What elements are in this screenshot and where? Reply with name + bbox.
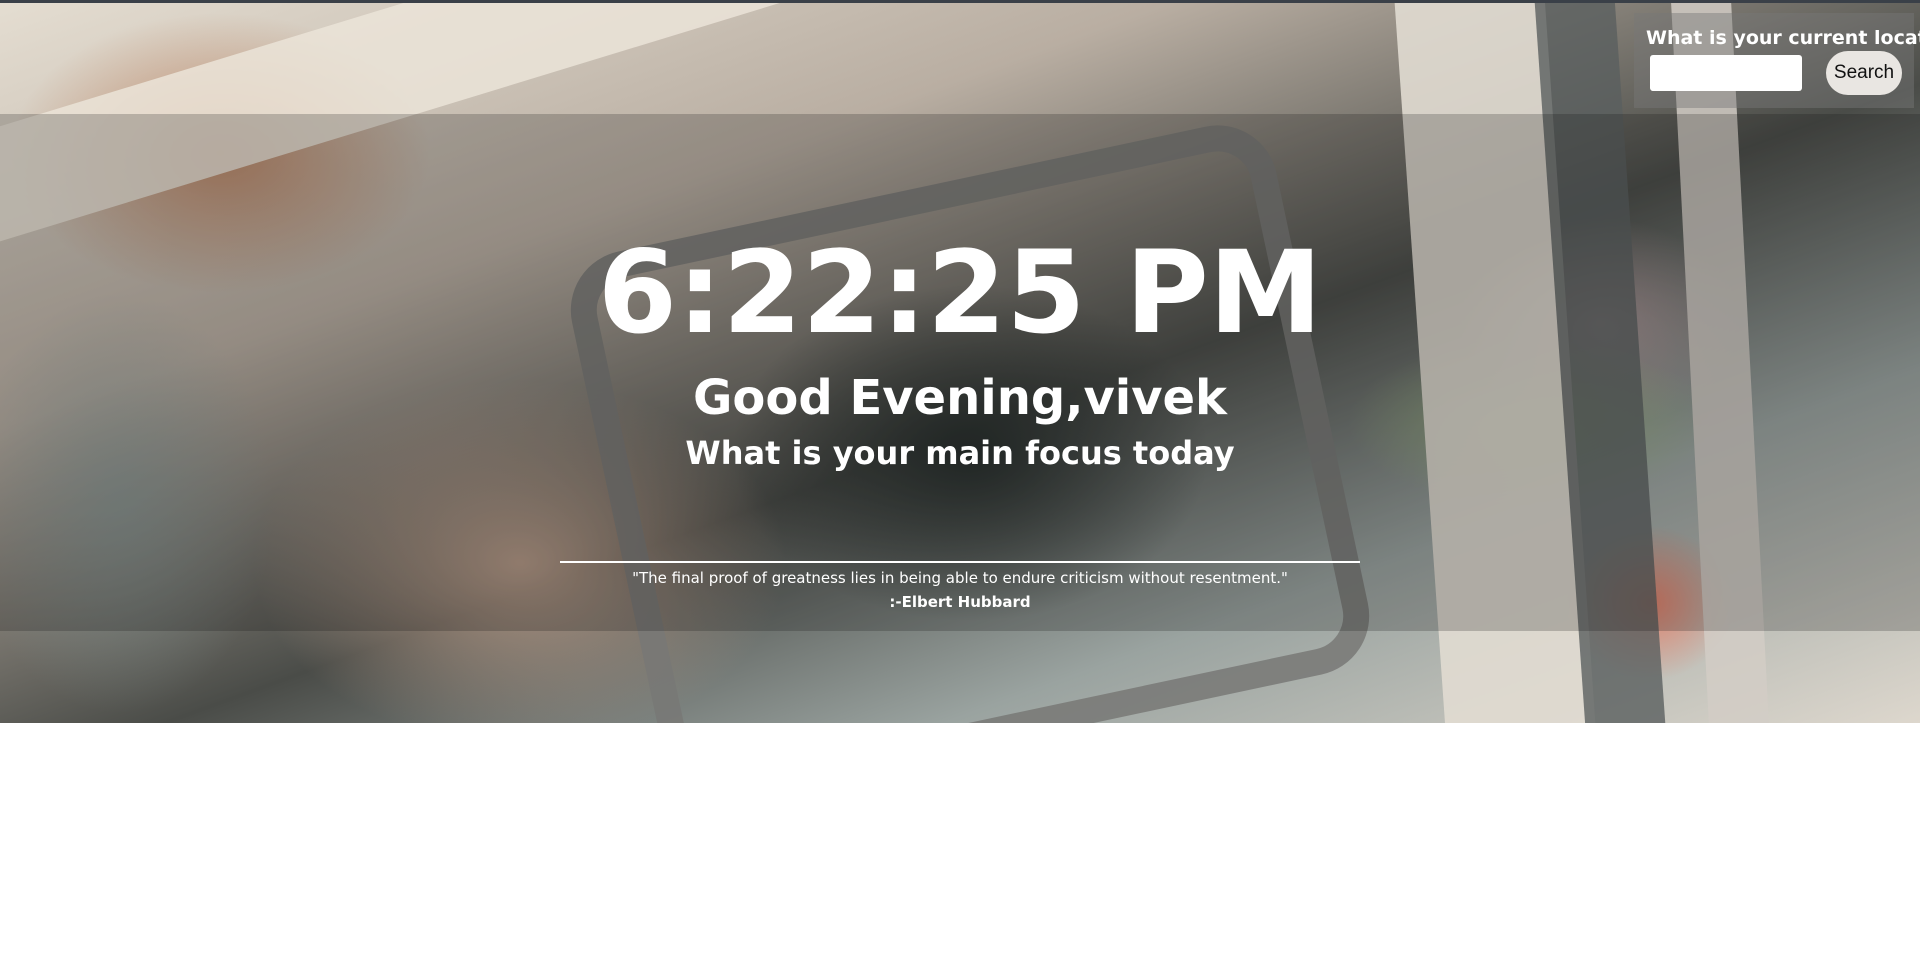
- location-panel: What is your current location Search: [1634, 13, 1920, 108]
- greeting-text: Good Evening,vivek: [693, 370, 1227, 426]
- search-button[interactable]: Search: [1826, 51, 1902, 95]
- focus-prompt: What is your main focus today: [685, 434, 1235, 472]
- location-input[interactable]: [1650, 55, 1802, 91]
- clock-time: 6:22:25 PM: [597, 226, 1323, 359]
- quote-author: :-Elbert Hubbard: [889, 593, 1031, 611]
- focus-divider: [560, 561, 1360, 563]
- quote-text: "The final proof of greatness lies in be…: [632, 569, 1288, 587]
- background-photo: What is your current location Search 6:2…: [0, 3, 1920, 723]
- location-label: What is your current location: [1646, 27, 1920, 49]
